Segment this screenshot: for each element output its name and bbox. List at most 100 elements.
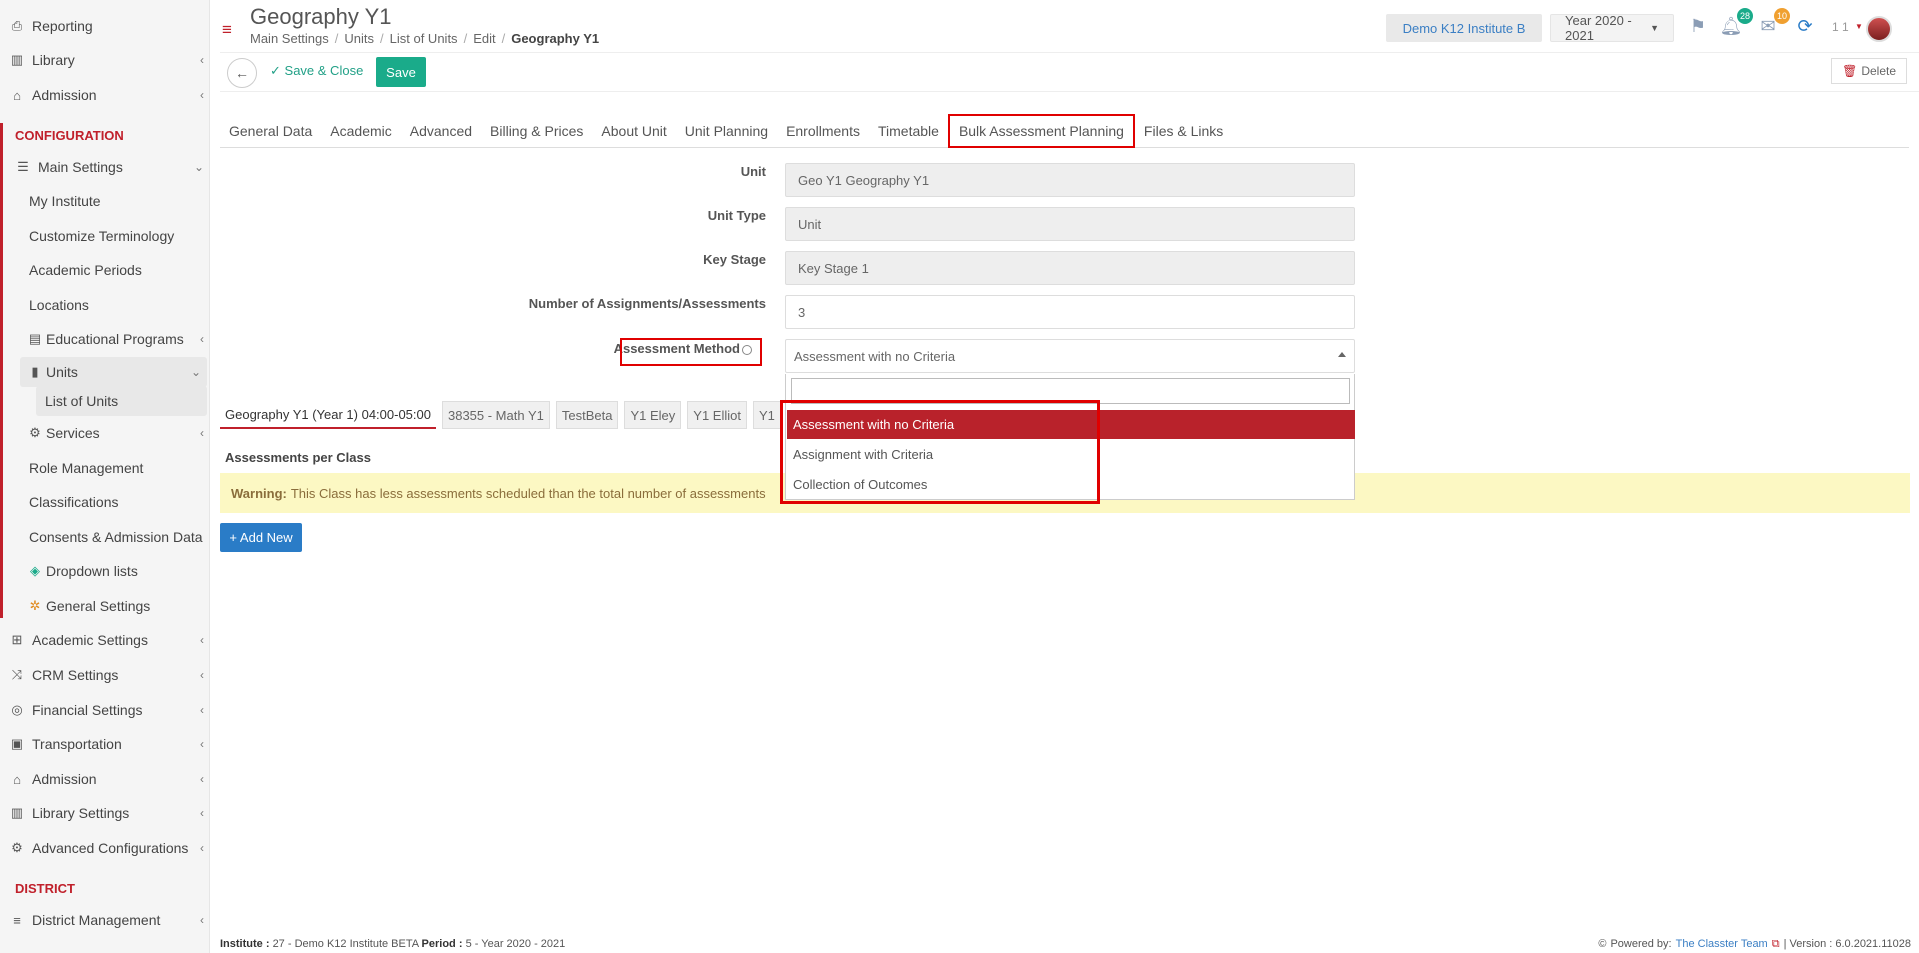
chevron-left-icon: ‹: [200, 913, 204, 927]
breadcrumb-current: Geography Y1: [511, 31, 600, 46]
sidebar-item-dropdown-lists[interactable]: ◈ Dropdown lists: [0, 556, 210, 586]
chevron-left-icon: ‹: [200, 332, 204, 346]
sidebar-item-library[interactable]: ▥ Library ‹: [0, 45, 210, 75]
chevron-left-icon: ‹: [200, 737, 204, 751]
assessment-method-dropdown: Assessment with no Criteria Assignment w…: [785, 374, 1355, 500]
caret-down-icon: ▼: [1650, 23, 1659, 33]
sidebar-item-my-institute[interactable]: My Institute: [0, 186, 210, 216]
program-icon: ▤: [28, 331, 42, 346]
tab-advanced[interactable]: Advanced: [401, 116, 481, 146]
page-title: Geography Y1: [250, 4, 392, 29]
unit-type-label: Unit Type: [707, 208, 766, 223]
sidebar-item-educational-programs[interactable]: ▤ Educational Programs ‹: [0, 324, 210, 354]
assessment-method-select[interactable]: Assessment with no Criteria: [785, 339, 1355, 373]
sidebar-item-locations[interactable]: Locations: [0, 290, 210, 320]
tab-about-unit[interactable]: About Unit: [592, 116, 675, 146]
chevron-down-icon: ⌄: [193, 160, 204, 174]
menu-toggle-icon[interactable]: ≡: [222, 20, 232, 40]
num-assignments-label: Number of Assignments/Assessments: [528, 296, 766, 311]
tab-unit-planning[interactable]: Unit Planning: [676, 116, 777, 146]
tab-files-links[interactable]: Files & Links: [1135, 116, 1232, 146]
section-configuration: CONFIGURATION: [15, 128, 124, 143]
warning-label: Warning:: [231, 485, 287, 501]
class-tab[interactable]: TestBeta: [555, 401, 619, 429]
avatar[interactable]: [1866, 16, 1892, 42]
bus-icon: ▣: [10, 736, 24, 751]
class-tab[interactable]: Y1: [752, 401, 781, 429]
bell-icon[interactable]: 🔔︎ 28: [1719, 8, 1753, 38]
sidebar-item-admission-settings[interactable]: ⌂ Admission ‹: [0, 764, 210, 794]
sidebar-item-consents[interactable]: Consents & Admission Data: [0, 522, 210, 552]
num-assignments-field[interactable]: 3: [785, 295, 1355, 329]
tab-bulk-assessment-planning[interactable]: Bulk Assessment Planning: [947, 114, 1135, 148]
mail-icon[interactable]: ✉ 10: [1756, 8, 1790, 38]
dropdown-option-with-criteria[interactable]: Assignment with Criteria: [787, 440, 1355, 469]
class-tab[interactable]: Y1 Elliot: [687, 401, 747, 429]
tab-academic[interactable]: Academic: [321, 116, 400, 146]
sidebar-item-library-settings[interactable]: ▥ Library Settings ‹: [0, 798, 210, 828]
sidebar-item-crm-settings[interactable]: ⤨ CRM Settings ‹: [0, 660, 210, 690]
class-tab[interactable]: 38355 - Math Y1: [441, 401, 550, 429]
tab-billing-prices[interactable]: Billing & Prices: [481, 116, 592, 146]
chevron-left-icon: ‹: [200, 772, 204, 786]
breadcrumb-main-settings[interactable]: Main Settings: [250, 31, 329, 46]
layers-sync-icon[interactable]: ⟳: [1793, 14, 1817, 38]
cogs-icon: ⚙: [11, 840, 23, 855]
class-tabs: Geography Y1 (Year 1) 04:00-05:00 38355 …: [220, 401, 781, 429]
delete-button[interactable]: 🗑︎ Delete: [1831, 58, 1907, 84]
sidebar-item-list-of-units[interactable]: List of Units: [36, 386, 207, 416]
class-tab[interactable]: Y1 Eley: [624, 401, 682, 429]
sidebar-item-academic-periods[interactable]: Academic Periods: [0, 255, 210, 285]
dropdown-option-no-criteria[interactable]: Assessment with no Criteria: [787, 410, 1355, 439]
year-selector[interactable]: Year 2020 - 2021 ▼: [1550, 13, 1674, 43]
sidebar-item-units[interactable]: ▮ Units ⌄: [20, 357, 207, 387]
layers-icon: ◈: [30, 563, 40, 578]
coins-icon: ◎: [11, 702, 23, 717]
user-label[interactable]: 1 1: [1832, 20, 1849, 34]
sidebar-item-main-settings[interactable]: ☰ Main Settings ⌄: [0, 152, 210, 182]
sidebar-item-financial-settings[interactable]: ◎ Financial Settings ‹: [0, 695, 210, 725]
sidebar-item-role-management[interactable]: Role Management: [0, 453, 210, 483]
institute-selector[interactable]: Demo K12 Institute B: [1386, 14, 1542, 42]
sidebar-item-general-settings[interactable]: ✲ General Settings: [0, 591, 210, 621]
chevron-down-icon: ⌄: [190, 365, 201, 379]
assessment-method-highlight: [620, 338, 762, 366]
chevron-left-icon: ‹: [200, 88, 204, 102]
sidebar-item-transportation[interactable]: ▣ Transportation ‹: [0, 729, 210, 759]
save-button[interactable]: Save: [376, 57, 426, 87]
add-new-button[interactable]: + Add New: [220, 523, 302, 552]
chevron-left-icon: ‹: [200, 633, 204, 647]
breadcrumb-list-of-units[interactable]: List of Units: [390, 31, 458, 46]
dropdown-option-outcomes[interactable]: Collection of Outcomes: [787, 470, 1355, 499]
sidebar-item-classifications[interactable]: Classifications: [0, 487, 210, 517]
sidebar-item-customize-terminology[interactable]: Customize Terminology: [0, 221, 210, 251]
save-close-button[interactable]: ✓ Save & Close: [270, 63, 363, 79]
unit-label: Unit: [740, 164, 766, 179]
sidebar-item-academic-settings[interactable]: ⊞ Academic Settings ‹: [0, 625, 210, 655]
chevron-left-icon: ‹: [200, 841, 204, 855]
sidebar-item-advanced-configurations[interactable]: ⚙ Advanced Configurations ‹: [0, 833, 210, 863]
tab-timetable[interactable]: Timetable: [869, 116, 948, 146]
breadcrumb-edit[interactable]: Edit: [473, 31, 495, 46]
back-button[interactable]: ←: [227, 58, 257, 88]
tab-bar: General Data Academic Advanced Billing &…: [220, 114, 1909, 148]
assessments-heading: Assessments per Class: [225, 450, 371, 465]
tab-enrollments[interactable]: Enrollments: [777, 116, 869, 146]
breadcrumb-units[interactable]: Units: [344, 31, 374, 46]
tab-general-data[interactable]: General Data: [220, 116, 321, 146]
sidebar-item-services[interactable]: ⚙ Services ‹: [0, 418, 210, 448]
team-link[interactable]: The Classter Team: [1676, 938, 1768, 951]
sidebar-item-district-management[interactable]: ≡ District Management ‹: [0, 905, 210, 935]
sliders-icon: ☰: [17, 159, 29, 174]
classter-logo-icon: ⧉: [1771, 938, 1780, 950]
flag-icon[interactable]: ⚑: [1686, 14, 1710, 38]
notifications-badge: 28: [1737, 8, 1753, 24]
shuffle-icon: ⤨: [11, 667, 23, 682]
class-tab[interactable]: Geography Y1 (Year 1) 04:00-05:00: [220, 401, 436, 429]
chevron-left-icon: ‹: [200, 426, 204, 440]
sidebar-item-reporting[interactable]: ⎙ Reporting: [0, 11, 210, 41]
user-caret-icon[interactable]: ▼: [1855, 22, 1863, 31]
warning-text: This Class has less assessments schedule…: [290, 485, 766, 501]
sidebar-item-admission[interactable]: ⌂ Admission ‹: [0, 80, 210, 110]
dropdown-search-input[interactable]: [791, 378, 1350, 404]
